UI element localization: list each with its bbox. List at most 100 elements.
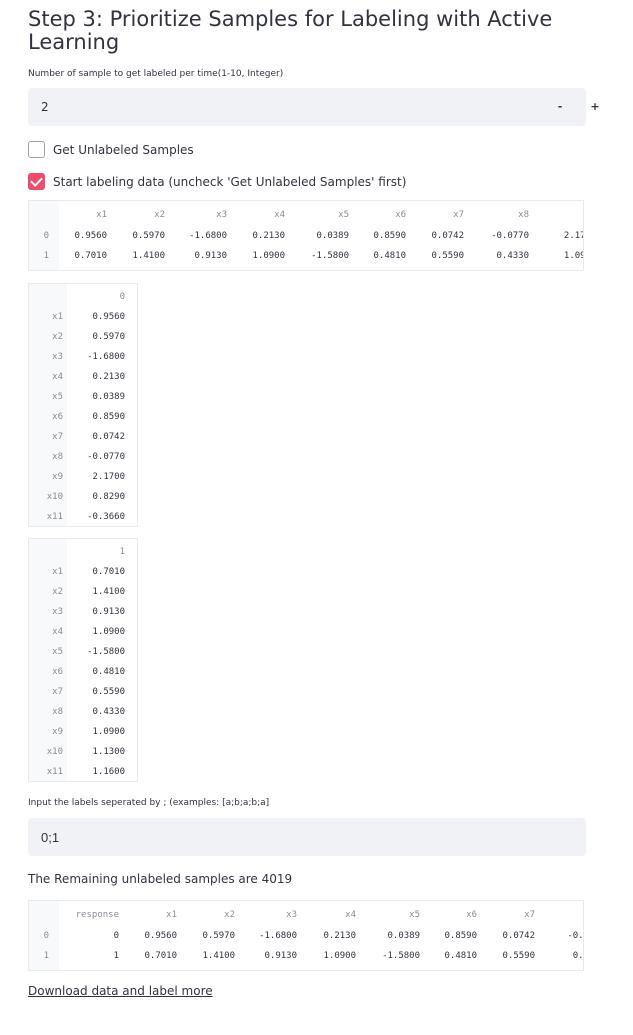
table-cell: -1.5800: [382, 951, 420, 961]
table-cell: 0.8590: [373, 231, 406, 241]
row-index: x9: [52, 472, 63, 482]
table-cell: 2.170: [563, 231, 583, 241]
table-cell: 1.0900: [92, 627, 125, 637]
table-cell: 0.4330: [92, 707, 125, 717]
sample-count-value[interactable]: 2: [41, 100, 49, 114]
table-cell: 0.4: [572, 951, 584, 961]
sample-count-input[interactable]: 2 - +: [28, 88, 600, 126]
row-index: 1: [43, 951, 49, 961]
row-index: x5: [52, 647, 63, 657]
table-cell: 1.090: [563, 251, 583, 261]
table-cell: 0.9560: [92, 312, 125, 322]
column-header: x3: [286, 910, 297, 920]
table-cell: 0.4810: [444, 951, 477, 961]
row-index: x6: [52, 667, 63, 677]
column-header: x2: [224, 910, 235, 920]
table-cell: 0.9560: [74, 231, 107, 241]
row-index: x1: [52, 567, 63, 577]
row-index: x11: [46, 767, 63, 777]
spacer-2: [558, 98, 576, 116]
number-input-label: Number of sample to get labeled per time…: [28, 69, 284, 79]
row-index: x2: [52, 587, 63, 597]
table-cell: 0.8590: [92, 412, 125, 422]
labels-input-box[interactable]: [28, 818, 586, 856]
table-cell: 0.7010: [144, 951, 177, 961]
table-cell: 0.0389: [316, 231, 349, 241]
column-header: x: [531, 210, 583, 220]
column-header: x8: [518, 210, 529, 220]
column-header: 0: [119, 292, 125, 302]
column-header: x4: [345, 910, 356, 920]
column-header: x1: [166, 910, 177, 920]
table-cell: -0.0770: [491, 231, 529, 241]
column-header: x6: [466, 910, 477, 920]
table-cell: -1.6800: [87, 352, 125, 362]
start-labeling-label[interactable]: Start labeling data (uncheck 'Get Unlabe…: [53, 175, 406, 189]
table-cell: 1.4100: [92, 587, 125, 597]
table-cell: 0.5970: [92, 332, 125, 342]
get-unlabeled-checkbox[interactable]: [28, 141, 45, 158]
column-header: x5: [338, 210, 349, 220]
column-header: x7: [524, 910, 535, 920]
row-index: x6: [52, 412, 63, 422]
row-index: x8: [52, 707, 63, 717]
table-cell: 0.9130: [194, 251, 227, 261]
table-cell: 1.0900: [92, 727, 125, 737]
table-cell: 0.7010: [74, 251, 107, 261]
table-cell: 0.5590: [502, 951, 535, 961]
table-cell: 0.9560: [144, 931, 177, 941]
table-cell: 0.4810: [92, 667, 125, 677]
row-index: x4: [52, 627, 63, 637]
row-index: x7: [52, 687, 63, 697]
table-cell: 0.0742: [92, 432, 125, 442]
start-labeling-checkbox[interactable]: [28, 173, 45, 190]
page-title: Step 3: Prioritize Samples for Labeling …: [28, 7, 553, 54]
table-cell: -0.0: [567, 931, 584, 941]
labels-input[interactable]: [28, 818, 574, 856]
table-cell: -1.5800: [87, 647, 125, 657]
increment-button[interactable]: +: [586, 98, 604, 116]
table-cell: 0.0742: [502, 931, 535, 941]
column-header: x5: [409, 910, 420, 920]
column-header: x7: [453, 210, 464, 220]
table-cell: 0.5590: [92, 687, 125, 697]
column-header: x6: [395, 210, 406, 220]
table-cell: 0.0389: [387, 931, 420, 941]
row-index: x9: [52, 727, 63, 737]
get-unlabeled-label[interactable]: Get Unlabeled Samples: [53, 143, 194, 157]
result-table: response x1 x2 x3 x4 x5 x6 x7 0 0 0.9560 0.5970 -1.6…: [28, 900, 584, 971]
table-cell: 0.8590: [444, 931, 477, 941]
table-cell: 0.2130: [252, 231, 285, 241]
download-link[interactable]: Download data and label more: [28, 984, 213, 998]
table-cell: 0.2130: [323, 931, 356, 941]
column-header: response: [75, 910, 119, 920]
column-header: x2: [154, 210, 165, 220]
table-cell: 0.8290: [92, 492, 125, 502]
table-cell: -1.5800: [311, 251, 349, 261]
column-header: 1: [119, 547, 125, 557]
table-cell: 0.7010: [92, 567, 125, 577]
table-cell: -1.6800: [189, 231, 227, 241]
table-cell: 1.1300: [92, 747, 125, 757]
table-cell: 0.0742: [431, 231, 464, 241]
column-header: x4: [274, 210, 285, 220]
row-index: x3: [52, 352, 63, 362]
sample-1-table: 1 x1 0.7010 x2 1.4100 x3 0.9130 x4 1.0900 x5 -1.58…: [28, 538, 138, 782]
column-header: x1: [96, 210, 107, 220]
row-index: 0: [43, 231, 49, 241]
row-index: x10: [46, 747, 63, 757]
table-cell: 1.4100: [202, 951, 235, 961]
column-header: x3: [216, 210, 227, 220]
table-cell: 0.5970: [132, 231, 165, 241]
table-cell: 2.1700: [92, 472, 125, 482]
row-index: x10: [46, 492, 63, 502]
remaining-count-text: The Remaining unlabeled samples are 4019: [28, 872, 293, 886]
table-cell: 0.2130: [92, 372, 125, 382]
row-index: x4: [52, 372, 63, 382]
table-cell: 1.0900: [323, 951, 356, 961]
row-index: x7: [52, 432, 63, 442]
row-index: 1: [43, 251, 49, 261]
row-index: x2: [52, 332, 63, 342]
table-cell: 0.9130: [92, 607, 125, 617]
table-cell: 0.0389: [92, 392, 125, 402]
